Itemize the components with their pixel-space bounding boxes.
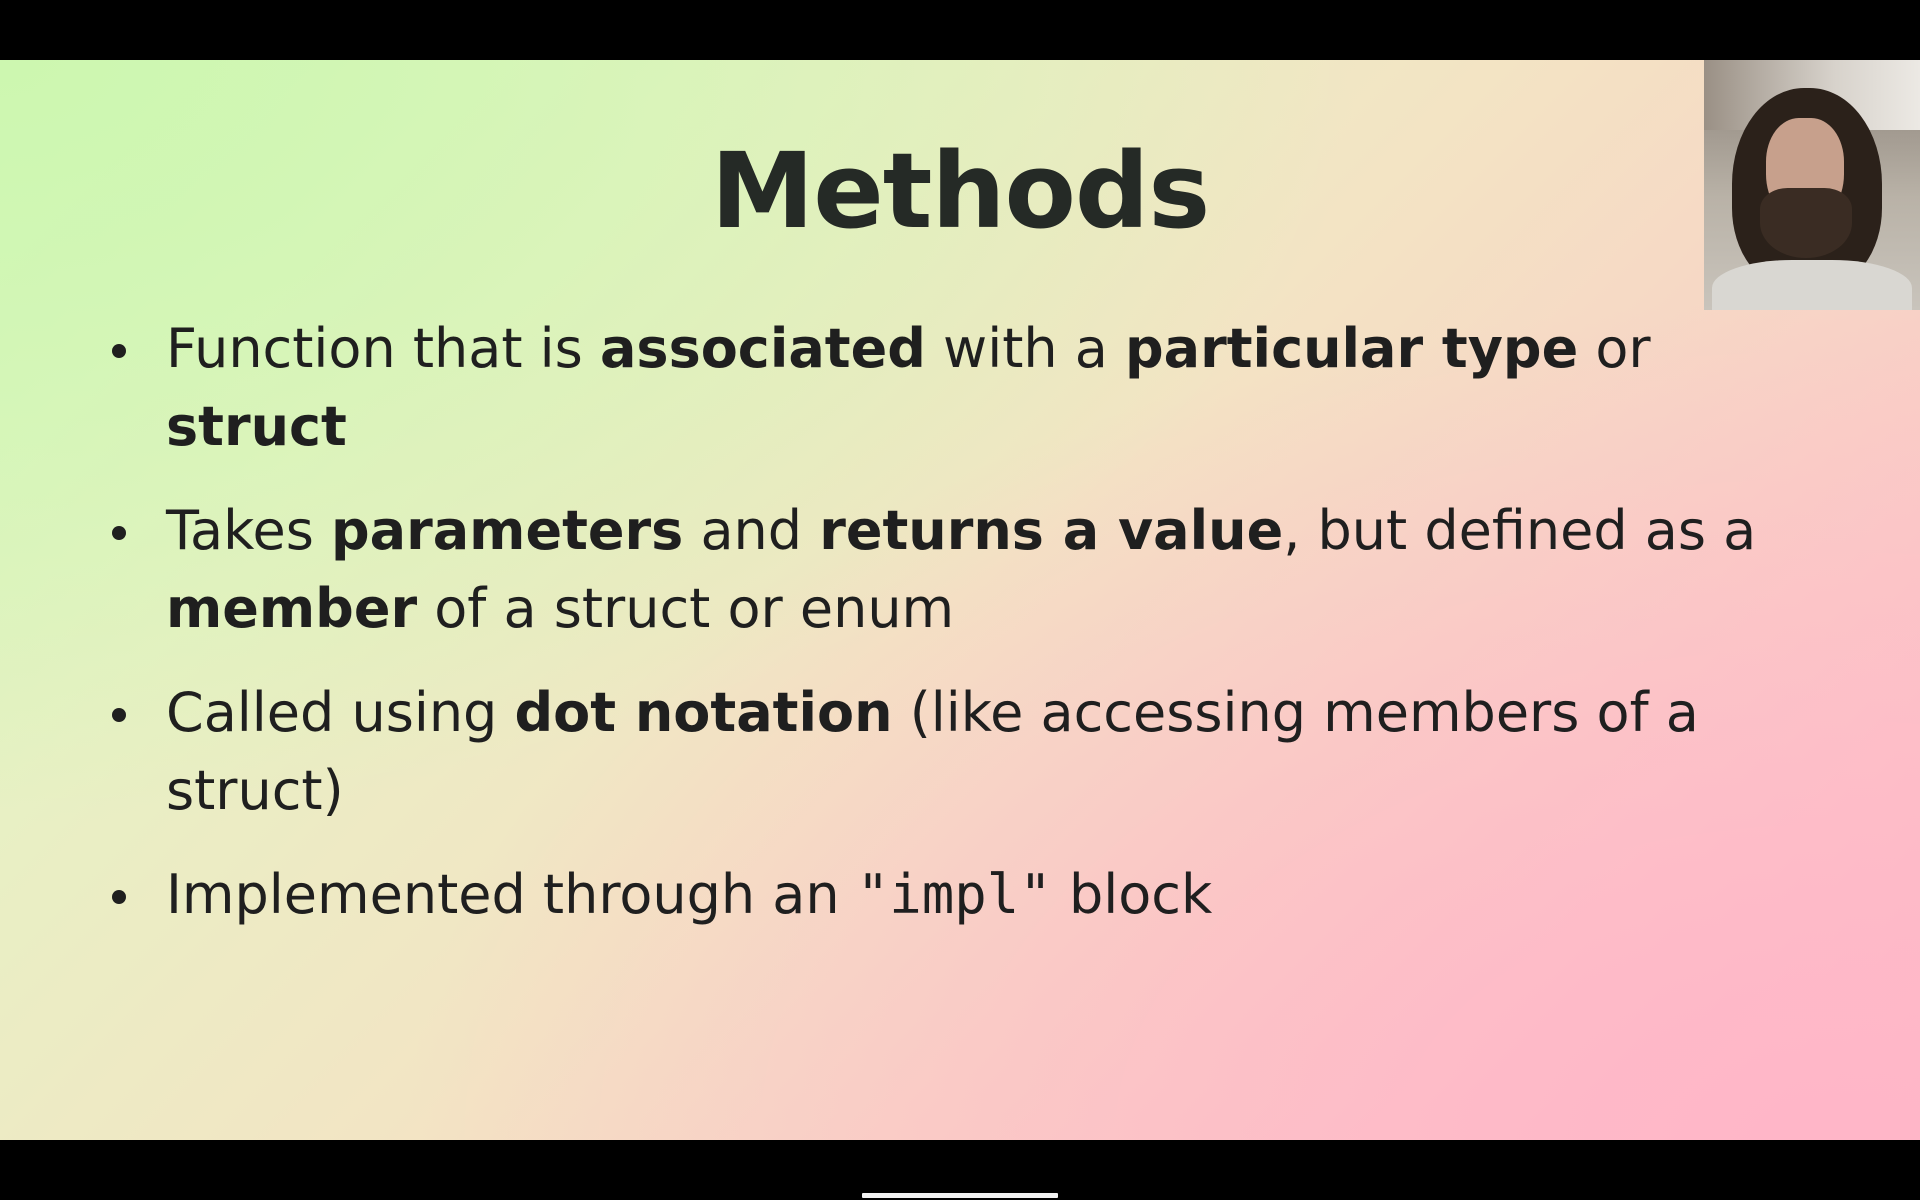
- bullet-text-bold: returns a value: [819, 499, 1284, 562]
- bullet-code-text: "impl": [856, 863, 1052, 926]
- bullet-text: Called using: [166, 681, 515, 744]
- bullet-item: Called using dot notation (like accessin…: [112, 674, 1832, 830]
- presenter-webcam-thumbnail: [1704, 60, 1920, 310]
- presenter-beard: [1760, 188, 1852, 258]
- bullet-text-bold: dot notation: [514, 681, 893, 744]
- bullet-dot-icon: [112, 526, 126, 540]
- video-player: Methods Function that is associated with…: [0, 0, 1920, 1200]
- bullet-text: Implemented through an: [166, 863, 857, 926]
- bullet-item: Takes parameters and returns a value, bu…: [112, 492, 1832, 648]
- bullet-item: Implemented through an "impl" block: [112, 856, 1832, 934]
- bullet-text: , but defined as a: [1283, 499, 1757, 562]
- bullet-dot-icon: [112, 890, 126, 904]
- bullet-text-bold: struct: [166, 395, 347, 458]
- bullet-text: block: [1051, 863, 1213, 926]
- bullet-text: and: [683, 499, 820, 562]
- bullet-text-bold: member: [166, 577, 418, 640]
- bullet-list: Function that is associated with a parti…: [112, 310, 1832, 960]
- video-progress-handle[interactable]: [862, 1193, 1058, 1198]
- bullet-dot-icon: [112, 708, 126, 722]
- bullet-text: with a: [925, 317, 1126, 380]
- bullet-text: or: [1578, 317, 1651, 380]
- bullet-dot-icon: [112, 344, 126, 358]
- bullet-text: Takes: [166, 499, 332, 562]
- bullet-text-bold: associated: [599, 317, 926, 380]
- bullet-text: Function that is: [166, 317, 600, 380]
- presenter-shirt: [1712, 260, 1912, 310]
- bullet-text-bold: parameters: [331, 499, 684, 562]
- slide-title: Methods: [710, 130, 1211, 252]
- presentation-slide: Methods Function that is associated with…: [0, 60, 1920, 1140]
- bullet-item: Function that is associated with a parti…: [112, 310, 1832, 466]
- bullet-text-bold: particular type: [1125, 317, 1579, 380]
- bullet-text: of a struct or enum: [417, 577, 955, 640]
